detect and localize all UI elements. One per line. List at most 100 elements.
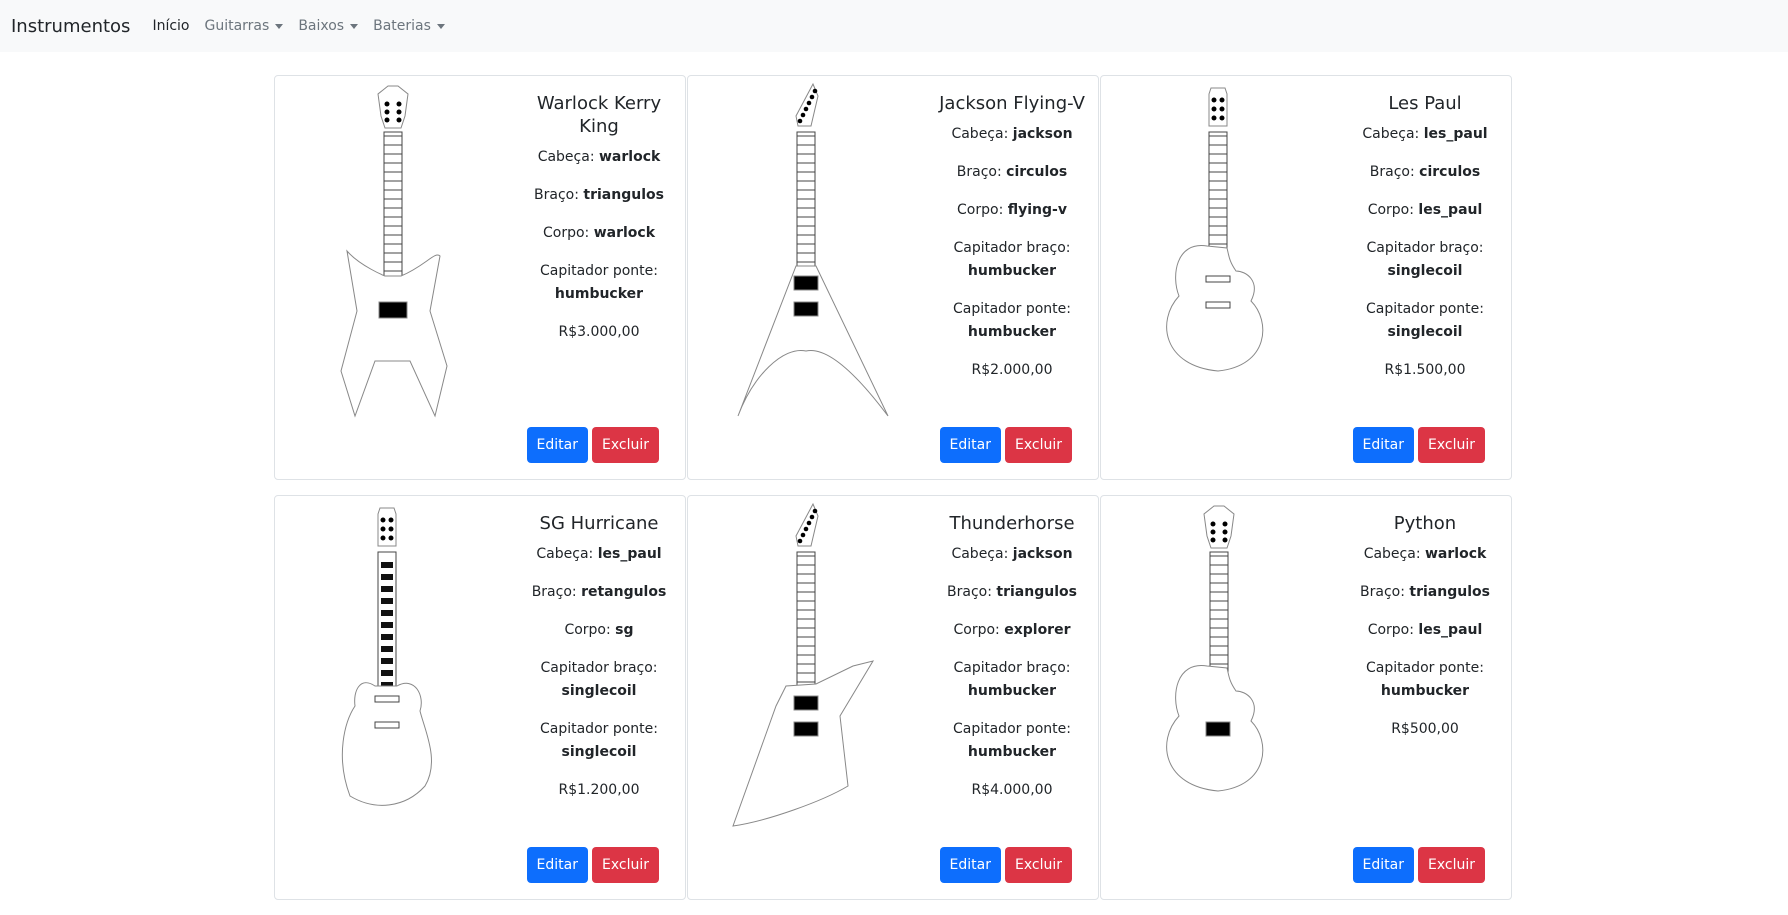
spec-row: Cabeça: jackson	[932, 543, 1092, 566]
spec-row: Corpo: flying-v	[932, 199, 1092, 222]
edit-button[interactable]: Editar	[526, 427, 588, 463]
spec-label: Cabeça:	[1362, 126, 1420, 142]
spec-value: les_paul	[597, 546, 662, 562]
spec-value: triangulos	[996, 584, 1077, 600]
instrument-title: Python	[1393, 513, 1457, 534]
spec-row: Capitador ponte: singlecoil	[1345, 298, 1505, 344]
edit-button[interactable]: Editar	[1352, 847, 1414, 883]
card-actions: Editar Excluir	[526, 427, 659, 463]
nav-dropdown-guitarras[interactable]: Guitarras	[204, 18, 284, 34]
delete-button[interactable]: Excluir	[592, 427, 659, 463]
navbar-brand[interactable]: Instrumentos	[11, 16, 130, 37]
instrument-info: SG Hurricane Cabeça: les_paul Braço: retan…	[519, 512, 679, 802]
delete-button[interactable]: Excluir	[1005, 847, 1072, 883]
spec-label: Cabeça:	[537, 149, 595, 165]
delete-button[interactable]: Excluir	[1418, 847, 1485, 883]
spec-row: Capitador ponte: humbucker	[1345, 657, 1505, 703]
instrument-title: Les Paul	[1388, 93, 1462, 114]
spec-row: Capitador ponte: humbucker	[932, 298, 1092, 344]
guitar-image	[275, 496, 505, 901]
spec-value: jackson	[1012, 546, 1073, 562]
spec-label: Capitador ponte:	[539, 263, 658, 279]
edit-button[interactable]: Editar	[526, 847, 588, 883]
spec-row: Corpo: les_paul	[1345, 199, 1505, 222]
instrument-price: R$500,00	[1391, 721, 1459, 737]
instrument-info: Python Cabeça: warlock Braço: triangulos Co…	[1345, 512, 1505, 741]
spec-label: Braço:	[1360, 584, 1405, 600]
instrument-price: R$4.000,00	[971, 782, 1053, 798]
instrument-title: Warlock Kerry King	[536, 93, 662, 137]
instrument-card: Python Cabeça: warlock Braço: triangulos Co…	[1100, 495, 1512, 900]
delete-button[interactable]: Excluir	[1005, 427, 1072, 463]
spec-label: Capitador braço:	[540, 660, 658, 676]
spec-label: Capitador ponte:	[1365, 301, 1484, 317]
spec-value: humbucker	[967, 683, 1057, 699]
delete-button[interactable]: Excluir	[592, 847, 659, 883]
spec-row: Cabeça: les_paul	[519, 543, 679, 566]
edit-button[interactable]: Editar	[939, 427, 1001, 463]
spec-label: Capitador braço:	[953, 240, 1071, 256]
spec-row: Capitador braço: humbucker	[932, 657, 1092, 703]
spec-row: Capitador braço: singlecoil	[1345, 237, 1505, 283]
spec-label: Braço:	[947, 584, 992, 600]
edit-button[interactable]: Editar	[939, 847, 1001, 883]
nav-link-label: Baixos	[298, 18, 345, 34]
card-actions: Editar Excluir	[939, 847, 1072, 883]
spec-label: Braço:	[956, 164, 1002, 180]
guitar-image	[1101, 76, 1331, 481]
instrument-info: Les Paul Cabeça: les_paul Braço: circulos C…	[1345, 92, 1505, 382]
instrument-title: Jackson Flying-V	[939, 93, 1085, 114]
spec-label: Capitador ponte:	[952, 301, 1071, 317]
spec-label: Cabeça:	[951, 126, 1009, 142]
instrument-card: Thunderhorse Cabeça: jackson Braço: triang…	[687, 495, 1099, 900]
spec-value: flying-v	[1007, 202, 1067, 218]
spec-row: Braço: triangulos	[1345, 581, 1505, 604]
spec-label: Braço:	[1369, 164, 1415, 180]
spec-label: Capitador ponte:	[952, 721, 1071, 737]
spec-row: Braço: circulos	[932, 161, 1092, 184]
spec-value: singlecoil	[1387, 324, 1463, 340]
spec-value: humbucker	[967, 324, 1057, 340]
spec-label: Corpo:	[953, 622, 1000, 638]
nav-link-label: Início	[152, 18, 190, 34]
spec-row: Corpo: sg	[519, 619, 679, 642]
spec-label: Capitador ponte:	[539, 721, 658, 737]
spec-value: humbucker	[967, 744, 1057, 760]
card-actions: Editar Excluir	[1352, 847, 1485, 883]
nav-dropdown-baixos[interactable]: Baixos	[298, 18, 359, 34]
delete-button[interactable]: Excluir	[1418, 427, 1485, 463]
spec-label: Corpo:	[1367, 202, 1414, 218]
guitar-image	[1101, 496, 1331, 901]
spec-value: les_paul	[1418, 202, 1483, 218]
spec-row: Cabeça: jackson	[932, 123, 1092, 146]
spec-label: Cabeça:	[951, 546, 1009, 562]
spec-label: Capitador ponte:	[1365, 660, 1484, 676]
spec-row: Capitador ponte: humbucker	[519, 260, 679, 306]
caret-down-icon	[436, 23, 445, 29]
spec-value: singlecoil	[561, 683, 637, 699]
spec-value: humbucker	[967, 263, 1057, 279]
spec-label: Corpo:	[957, 202, 1004, 218]
spec-value: circulos	[1006, 164, 1068, 180]
spec-label: Braço:	[531, 584, 577, 600]
card-actions: Editar Excluir	[526, 847, 659, 883]
instrument-card: Les Paul Cabeça: les_paul Braço: circulos C…	[1100, 75, 1512, 480]
spec-value: warlock	[599, 149, 661, 165]
spec-row: Cabeça: warlock	[1345, 543, 1505, 566]
spec-label: Corpo:	[564, 622, 611, 638]
edit-button[interactable]: Editar	[1352, 427, 1414, 463]
instrument-info: Thunderhorse Cabeça: jackson Braço: triang…	[932, 512, 1092, 802]
spec-value: circulos	[1419, 164, 1481, 180]
spec-value: humbucker	[1380, 683, 1470, 699]
spec-value: singlecoil	[1387, 263, 1463, 279]
spec-row: Braço: circulos	[1345, 161, 1505, 184]
guitar-image	[275, 76, 505, 481]
instrument-price: R$2.000,00	[971, 362, 1053, 378]
spec-value: jackson	[1012, 126, 1073, 142]
instrument-card: Jackson Flying-V Cabeça: jackson Braço: ci…	[687, 75, 1099, 480]
spec-value: sg	[615, 622, 634, 638]
spec-value: triangulos	[1409, 584, 1490, 600]
spec-label: Cabeça:	[1363, 546, 1421, 562]
nav-link-inicio[interactable]: Início	[152, 18, 189, 34]
nav-dropdown-baterias[interactable]: Baterias	[373, 18, 445, 34]
